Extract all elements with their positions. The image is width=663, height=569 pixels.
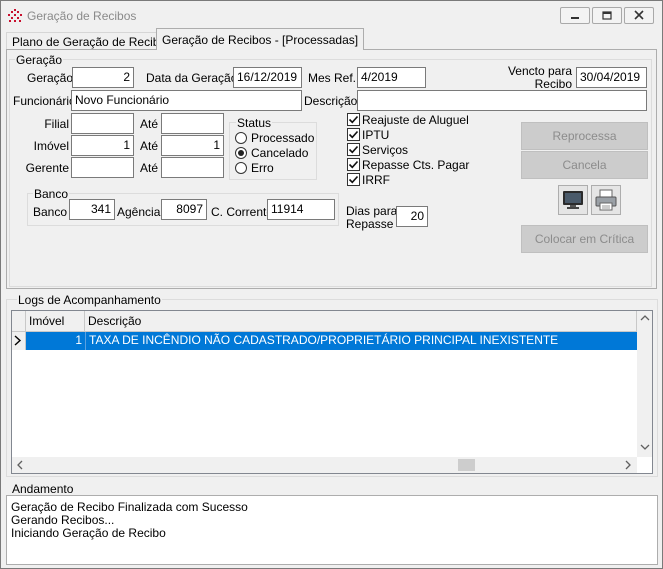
colocar-critica-button[interactable]: Colocar em Crítica (521, 225, 648, 253)
irrf-label: IRRF (362, 173, 390, 187)
funcionario-label: Funcionário (13, 94, 76, 108)
filial-to-field[interactable] (161, 113, 224, 134)
geracao-field[interactable]: 2 (72, 67, 134, 88)
dias-repasse-field[interactable]: 20 (396, 206, 428, 227)
cancela-button[interactable]: Cancela (521, 151, 648, 179)
horizontal-scroll-thumb[interactable] (458, 459, 475, 471)
conta-corrente-field[interactable]: 11914 (267, 199, 335, 220)
grid-header-descricao[interactable]: Descrição (85, 311, 637, 332)
descricao-label: Descrição (304, 94, 358, 108)
table-row-descricao-cell[interactable]: TAXA DE INCÊNDIO NÃO CADASTRADO/PROPRIET… (85, 332, 637, 350)
printer-icon (595, 189, 617, 211)
imovel-label: Imóvel (33, 139, 69, 153)
descricao-field[interactable] (357, 90, 647, 111)
grid-row-header-corner (12, 311, 26, 332)
imovel-ate-label: Até (140, 139, 159, 153)
minimize-icon (571, 17, 579, 19)
grid-row-indicator[interactable] (12, 332, 26, 350)
filial-ate-label: Até (140, 117, 159, 131)
andamento-line: Geração de Recibo Finalizada com Sucesso (11, 500, 248, 514)
funcionario-field[interactable]: Novo Funcionário (71, 90, 302, 111)
status-cancelado-label: Cancelado (251, 146, 309, 160)
geracao-group-title: Geração (15, 53, 64, 67)
gerente-ate-label: Até (140, 161, 159, 175)
scroll-up-icon (640, 315, 650, 321)
title-bar[interactable]: Geração de Recibos (1, 1, 662, 30)
dias-repasse-label-line2: Repasse (346, 217, 394, 231)
mes-ref-field[interactable]: 4/2019 (357, 67, 426, 88)
filial-from-field[interactable] (71, 113, 134, 134)
app-logo-icon (8, 9, 22, 22)
servicos-checkbox[interactable] (347, 143, 360, 156)
tab-panel: Geração Geração 2 Data da Geração 16/12/… (6, 49, 657, 289)
data-geracao-label: Data da Geração (146, 71, 238, 85)
vencto-label-line1: Vencto para (507, 64, 572, 78)
window-title: Geração de Recibos (27, 9, 137, 23)
repasse-cts-pagar-checkbox[interactable] (347, 158, 360, 171)
status-group-title: Status (236, 116, 273, 130)
check-icon (348, 160, 359, 169)
repasse-cts-pagar-label: Repasse Cts. Pagar (362, 158, 470, 172)
geracao-label: Geração (27, 71, 74, 85)
scroll-right-icon (625, 460, 631, 470)
main-window: Geração de Recibos Plano de Geração de R… (0, 0, 663, 569)
tab-plano-geracao[interactable]: Plano de Geração de Recibos (6, 32, 179, 50)
banco-label: Banco (33, 205, 68, 219)
imovel-from-field[interactable]: 1 (71, 135, 134, 156)
andamento-log-box[interactable]: Geração de Recibo Finalizada com Sucesso… (6, 495, 658, 565)
banco-field[interactable]: 341 (69, 199, 115, 220)
check-icon (348, 175, 359, 184)
logs-group-title: Logs de Acompanhamento (17, 293, 162, 307)
vencto-label-line2: Recibo (534, 77, 572, 91)
tab-geracao-processadas[interactable]: Geração de Recibos - [Processadas] (156, 28, 365, 50)
imovel-to-field[interactable]: 1 (161, 135, 224, 156)
grid-vertical-scrollbar[interactable] (637, 311, 652, 457)
vencto-recibo-field[interactable]: 30/04/2019 (576, 67, 647, 88)
status-cancelado-radio[interactable] (235, 147, 247, 159)
status-processado-radio[interactable] (235, 132, 247, 144)
close-button[interactable] (624, 7, 654, 24)
minimize-button[interactable] (560, 7, 590, 24)
iptu-label: IPTU (362, 128, 390, 142)
gerente-to-field[interactable] (161, 157, 224, 178)
logs-grid[interactable]: Imóvel Descrição 1 TAXA DE INCÊNDIO NÃO … (11, 310, 653, 474)
status-erro-label: Erro (251, 161, 274, 175)
scroll-left-icon (17, 460, 23, 470)
scroll-down-icon (640, 444, 650, 450)
agencia-label: Agência (117, 205, 161, 219)
check-icon (348, 130, 359, 139)
mes-ref-label: Mes Ref. (308, 71, 357, 85)
monitor-button[interactable] (558, 185, 588, 215)
filial-label: Filial (44, 117, 69, 131)
irrf-checkbox[interactable] (347, 173, 360, 186)
conta-corrente-label: C. Corrente (211, 205, 274, 219)
data-geracao-field[interactable]: 16/12/2019 (233, 67, 302, 88)
servicos-label: Serviços (362, 143, 409, 157)
reajuste-aluguel-checkbox[interactable] (347, 113, 360, 126)
gerente-label: Gerente (25, 161, 69, 175)
check-icon (348, 145, 359, 154)
restore-icon (602, 11, 612, 20)
iptu-checkbox[interactable] (347, 128, 360, 141)
agencia-field[interactable]: 8097 (161, 199, 207, 220)
monitor-icon (563, 191, 583, 209)
reajuste-aluguel-label: Reajuste de Aluguel (362, 113, 469, 127)
banco-group-title: Banco (33, 187, 70, 201)
grid-header-imovel[interactable]: Imóvel (26, 311, 85, 332)
check-icon (348, 115, 359, 124)
grid-horizontal-scrollbar[interactable] (12, 457, 637, 473)
andamento-label: Andamento (12, 482, 74, 496)
close-icon (634, 10, 644, 20)
status-erro-radio[interactable] (235, 162, 247, 174)
andamento-line: Gerando Recibos... (11, 513, 115, 527)
restore-button[interactable] (592, 7, 622, 24)
print-button[interactable] (591, 185, 621, 215)
gerente-from-field[interactable] (71, 157, 134, 178)
status-processado-label: Processado (251, 131, 315, 145)
reprocessa-button[interactable]: Reprocessa (521, 122, 648, 150)
dias-repasse-label-line1: Dias para (346, 204, 398, 218)
andamento-line: Iniciando Geração de Recibo (11, 526, 166, 540)
table-row-imovel-cell[interactable]: 1 (26, 332, 85, 350)
row-pointer-icon (14, 335, 22, 346)
